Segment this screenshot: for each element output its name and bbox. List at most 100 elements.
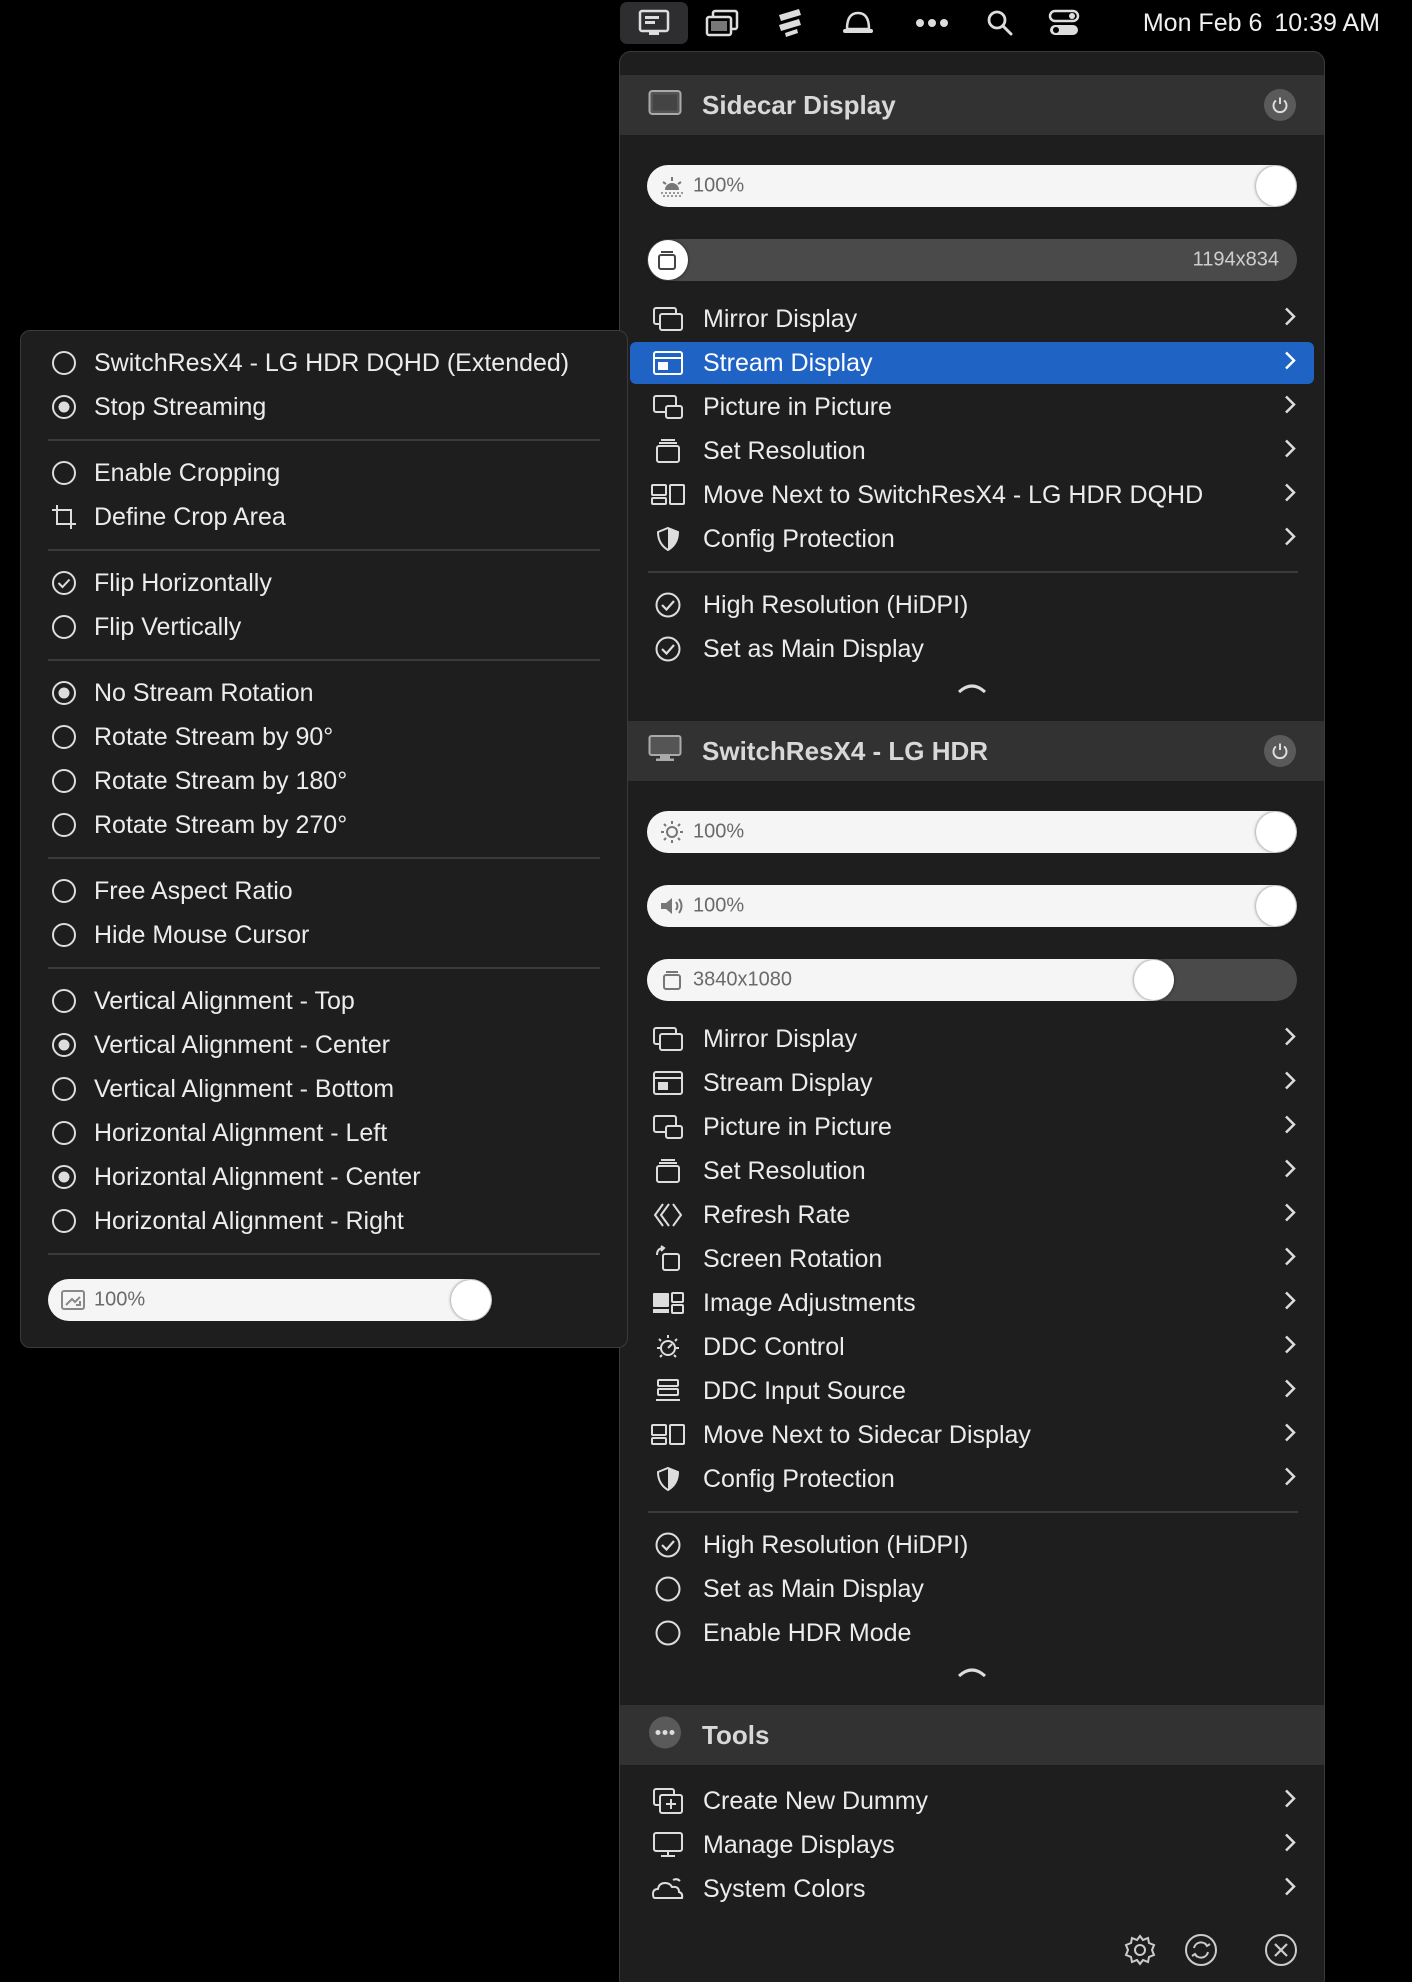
- chevron-right-icon: [1284, 1069, 1296, 1098]
- input-source-icon: [650, 1376, 686, 1406]
- slider-knob[interactable]: [1256, 812, 1296, 852]
- submenu-rotate-180[interactable]: Rotate Stream by 180°: [21, 761, 627, 801]
- more-icon[interactable]: [912, 0, 952, 46]
- chevron-right-icon: [1284, 1831, 1296, 1860]
- submenu-define-crop-area[interactable]: Define Crop Area: [21, 497, 627, 537]
- lg-ddc-input-source[interactable]: DDC Input Source: [630, 1370, 1314, 1412]
- sidecar-collapse-button[interactable]: [620, 680, 1324, 699]
- sidecar-main-display-toggle[interactable]: Set as Main Display: [630, 628, 1314, 670]
- lg-brightness-slider[interactable]: 100%: [647, 811, 1297, 853]
- radio-off-icon: [52, 1209, 76, 1233]
- submenu-valign-center[interactable]: Vertical Alignment - Center: [21, 1025, 627, 1065]
- submenu-enable-cropping[interactable]: Enable Cropping: [21, 453, 627, 493]
- sidecar-set-resolution[interactable]: Set Resolution: [630, 430, 1314, 472]
- refresh-icon[interactable]: [1181, 1930, 1221, 1970]
- lg-mirror-display[interactable]: Mirror Display: [630, 1018, 1314, 1060]
- mirror-icon: [650, 304, 686, 334]
- slider-knob[interactable]: [1256, 166, 1296, 206]
- empty-circle-icon: [650, 1574, 686, 1604]
- lg-move-next[interactable]: Move Next to Sidecar Display: [630, 1414, 1314, 1456]
- display-menu-icon[interactable]: [620, 2, 688, 44]
- app-icon[interactable]: [770, 0, 810, 46]
- chevron-right-icon: [1284, 1465, 1296, 1494]
- radio-on-icon: [52, 1033, 76, 1057]
- lg-collapse-button[interactable]: [620, 1664, 1324, 1683]
- slider-knob[interactable]: [451, 1280, 491, 1320]
- quit-icon[interactable]: [1261, 1930, 1301, 1970]
- sidecar-config-protection[interactable]: Config Protection: [630, 518, 1314, 560]
- menu-bar-clock[interactable]: Mon Feb 6 10:39 AM: [1143, 0, 1380, 46]
- lg-image-adjustments[interactable]: Image Adjustments: [630, 1282, 1314, 1324]
- submenu-valign-bottom[interactable]: Vertical Alignment - Bottom: [21, 1069, 627, 1109]
- submenu-flip-horizontally[interactable]: Flip Horizontally: [21, 563, 627, 603]
- lg-set-resolution[interactable]: Set Resolution: [630, 1150, 1314, 1192]
- chevron-right-icon: [1284, 481, 1296, 510]
- submenu-rotate-270[interactable]: Rotate Stream by 270°: [21, 805, 627, 845]
- refresh-rate-icon: [650, 1200, 686, 1230]
- lg-hidpi-toggle[interactable]: High Resolution (HiDPI): [630, 1524, 1314, 1566]
- lg-config-protection[interactable]: Config Protection: [630, 1458, 1314, 1500]
- submenu-halign-right[interactable]: Horizontal Alignment - Right: [21, 1201, 627, 1241]
- submenu-rotate-90[interactable]: Rotate Stream by 90°: [21, 717, 627, 757]
- window-stack-icon[interactable]: [702, 0, 742, 46]
- divider: [48, 549, 600, 551]
- chevron-right-icon: [1284, 305, 1296, 334]
- sidecar-resolution-slider[interactable]: 1194x834: [647, 239, 1297, 281]
- chevron-right-icon: [1284, 1025, 1296, 1054]
- sidecar-brightness-slider[interactable]: 100%: [647, 165, 1297, 207]
- submenu-no-rotation[interactable]: No Stream Rotation: [21, 673, 627, 713]
- create-new-dummy[interactable]: Create New Dummy: [630, 1780, 1314, 1822]
- sidecar-stream-display[interactable]: Stream Display: [630, 342, 1314, 384]
- control-center-icon[interactable]: [1044, 0, 1084, 46]
- chevron-right-icon: [1284, 1787, 1296, 1816]
- sidecar-move-next[interactable]: Move Next to SwitchResX4 - LG HDR DQHD: [630, 474, 1314, 516]
- lg-refresh-rate[interactable]: Refresh Rate: [630, 1194, 1314, 1236]
- settings-gear-icon[interactable]: [1120, 1930, 1160, 1970]
- chevron-right-icon: [1284, 1421, 1296, 1450]
- lg-main-display-toggle[interactable]: Set as Main Display: [630, 1568, 1314, 1610]
- submenu-halign-center[interactable]: Horizontal Alignment - Center: [21, 1157, 627, 1197]
- checkmark-circle-icon: [650, 590, 686, 620]
- submenu-stream-target[interactable]: SwitchResX4 - LG HDR DQHD (Extended): [21, 343, 627, 383]
- submenu-flip-vertically[interactable]: Flip Vertically: [21, 607, 627, 647]
- divider: [648, 571, 1298, 573]
- bell-icon[interactable]: [838, 0, 878, 46]
- submenu-hide-mouse-cursor[interactable]: Hide Mouse Cursor: [21, 915, 627, 955]
- slider-knob[interactable]: [1256, 886, 1296, 926]
- resolution-icon: [650, 1156, 686, 1186]
- lg-resolution-slider[interactable]: 3840x1080: [647, 959, 1297, 1001]
- chevron-right-icon: [1284, 349, 1296, 378]
- sidecar-power-button[interactable]: [1264, 89, 1296, 121]
- submenu-valign-top[interactable]: Vertical Alignment - Top: [21, 981, 627, 1021]
- sidecar-picture-in-picture[interactable]: Picture in Picture: [630, 386, 1314, 428]
- resolution-stack-icon: [657, 965, 687, 995]
- submenu-stop-streaming[interactable]: Stop Streaming: [21, 387, 627, 427]
- pip-icon: [650, 1112, 686, 1142]
- tools-header: Tools: [620, 1705, 1324, 1765]
- lg-power-button[interactable]: [1264, 735, 1296, 767]
- lg-screen-rotation[interactable]: Screen Rotation: [630, 1238, 1314, 1280]
- divider: [48, 857, 600, 859]
- submenu-halign-left[interactable]: Horizontal Alignment - Left: [21, 1113, 627, 1153]
- ellipsis-circle-icon: [648, 1716, 682, 1755]
- chevron-right-icon: [1284, 1245, 1296, 1274]
- clock-date: Mon Feb 6: [1142, 8, 1263, 37]
- submenu-free-aspect-ratio[interactable]: Free Aspect Ratio: [21, 871, 627, 911]
- stream-scale-slider[interactable]: 100%: [48, 1279, 492, 1321]
- sidecar-display-title: Sidecar Display: [702, 89, 896, 120]
- lg-ddc-control[interactable]: DDC Control: [630, 1326, 1314, 1368]
- lg-volume-slider[interactable]: 100%: [647, 885, 1297, 927]
- system-colors[interactable]: System Colors: [630, 1868, 1314, 1910]
- sidecar-mirror-display[interactable]: Mirror Display: [630, 298, 1314, 340]
- lg-hdr-mode-toggle[interactable]: Enable HDR Mode: [630, 1612, 1314, 1654]
- sidecar-hidpi-toggle[interactable]: High Resolution (HiDPI): [630, 584, 1314, 626]
- slider-knob[interactable]: [1134, 960, 1174, 1000]
- manage-displays[interactable]: Manage Displays: [630, 1824, 1314, 1866]
- ipad-icon: [648, 90, 682, 121]
- lg-stream-display[interactable]: Stream Display: [630, 1062, 1314, 1104]
- lg-picture-in-picture[interactable]: Picture in Picture: [630, 1106, 1314, 1148]
- divider: [648, 1511, 1298, 1513]
- move-next-icon: [650, 1420, 686, 1450]
- brightness-icon: [657, 817, 687, 847]
- search-icon[interactable]: [980, 0, 1020, 46]
